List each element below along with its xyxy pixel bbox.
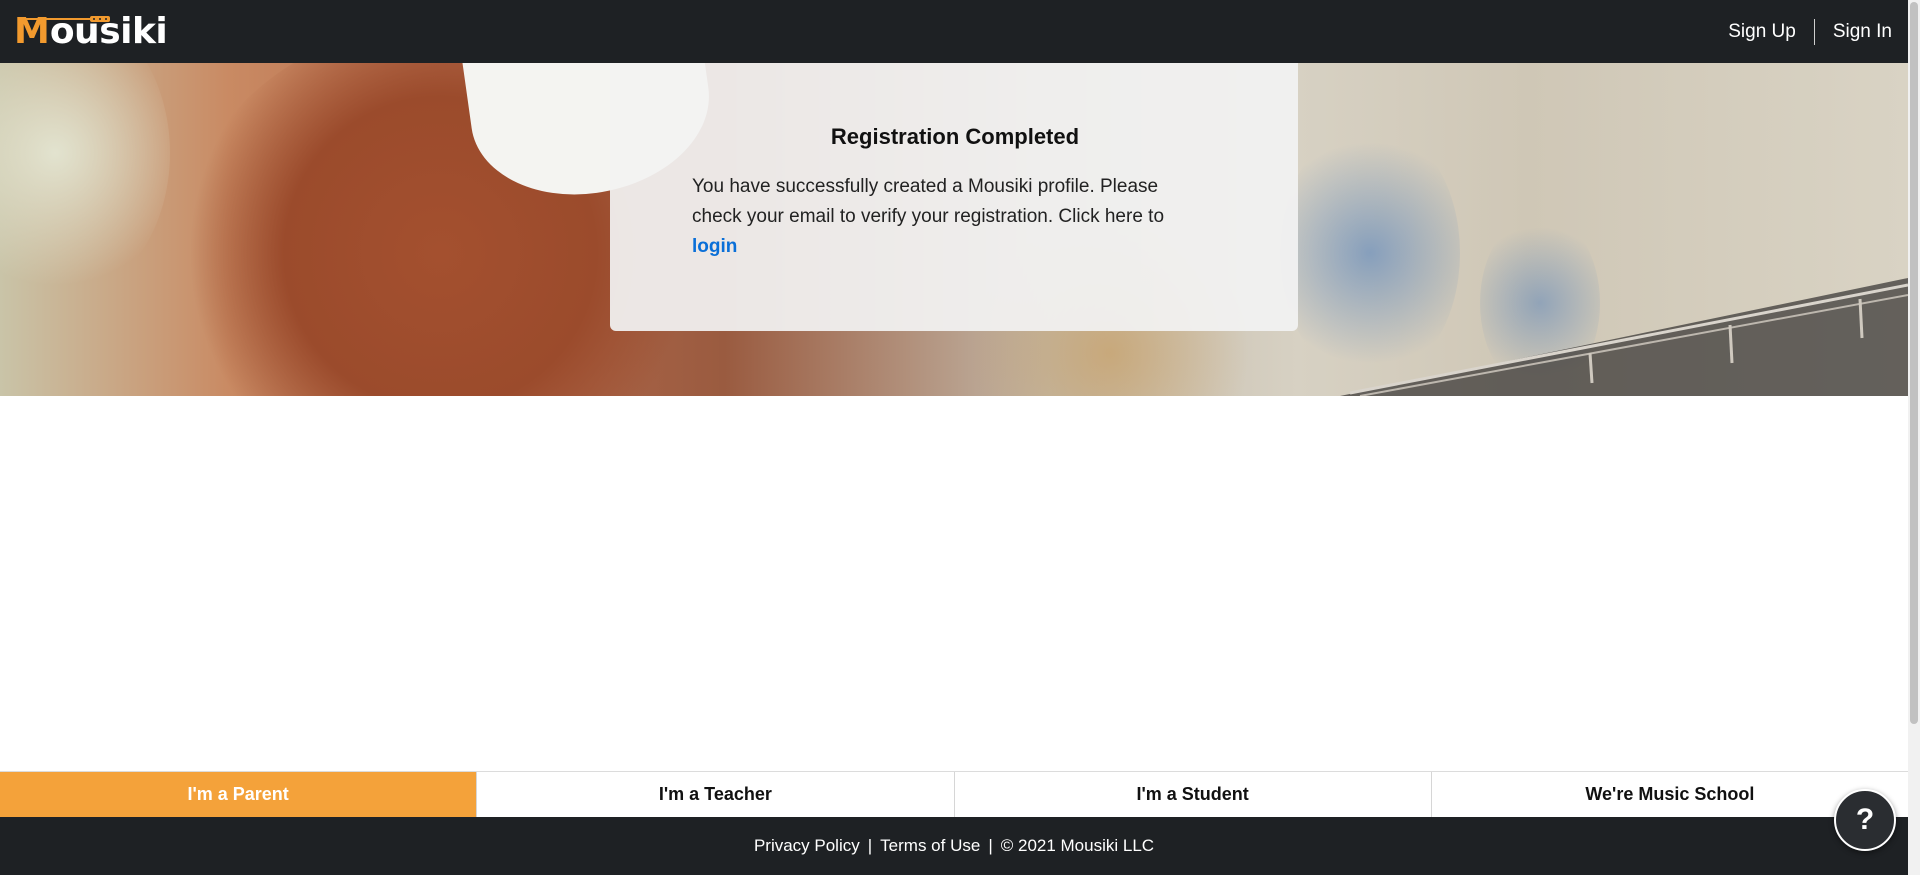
registration-message-paragraph: You have successfully created a Mousiki … xyxy=(692,172,1212,262)
registration-message: You have successfully created a Mousiki … xyxy=(692,176,1165,227)
tab-teacher[interactable]: I'm a Teacher xyxy=(477,772,955,817)
sign-up-link[interactable]: Sign Up xyxy=(1724,21,1800,43)
registration-title: Registration Completed xyxy=(830,124,1080,149)
vertical-scrollbar[interactable] xyxy=(1908,0,1920,875)
privacy-policy-link[interactable]: Privacy Policy xyxy=(754,836,860,856)
help-button[interactable]: ? xyxy=(1834,789,1896,851)
sign-in-link[interactable]: Sign In xyxy=(1829,21,1896,43)
terms-of-use-link[interactable]: Terms of Use xyxy=(880,836,980,856)
question-mark-icon: ? xyxy=(1855,803,1875,836)
footer-separator: | xyxy=(867,836,873,855)
top-navbar: Mousiki Sign Up Sign In xyxy=(0,0,1908,63)
role-tabs: I'm a Parent I'm a Teacher I'm a Student… xyxy=(0,771,1908,817)
tab-parent[interactable]: I'm a Parent xyxy=(0,772,478,817)
scrollbar-thumb[interactable] xyxy=(1910,2,1918,724)
footer: Privacy Policy | Terms of Use | © 2021 M… xyxy=(0,817,1908,875)
footer-separator: | xyxy=(988,836,993,855)
registration-completed-card: Registration Completed You have successf… xyxy=(610,63,1298,331)
mousiki-logo[interactable]: Mousiki xyxy=(14,10,168,52)
login-link[interactable]: login xyxy=(692,236,737,257)
logo-initial: M xyxy=(14,11,50,52)
auth-links: Sign Up Sign In xyxy=(1724,0,1896,63)
tab-student[interactable]: I'm a Student xyxy=(954,772,1432,817)
nav-divider xyxy=(1813,18,1815,45)
copyright-text: © 2021 Mousiki LLC xyxy=(1000,836,1155,855)
